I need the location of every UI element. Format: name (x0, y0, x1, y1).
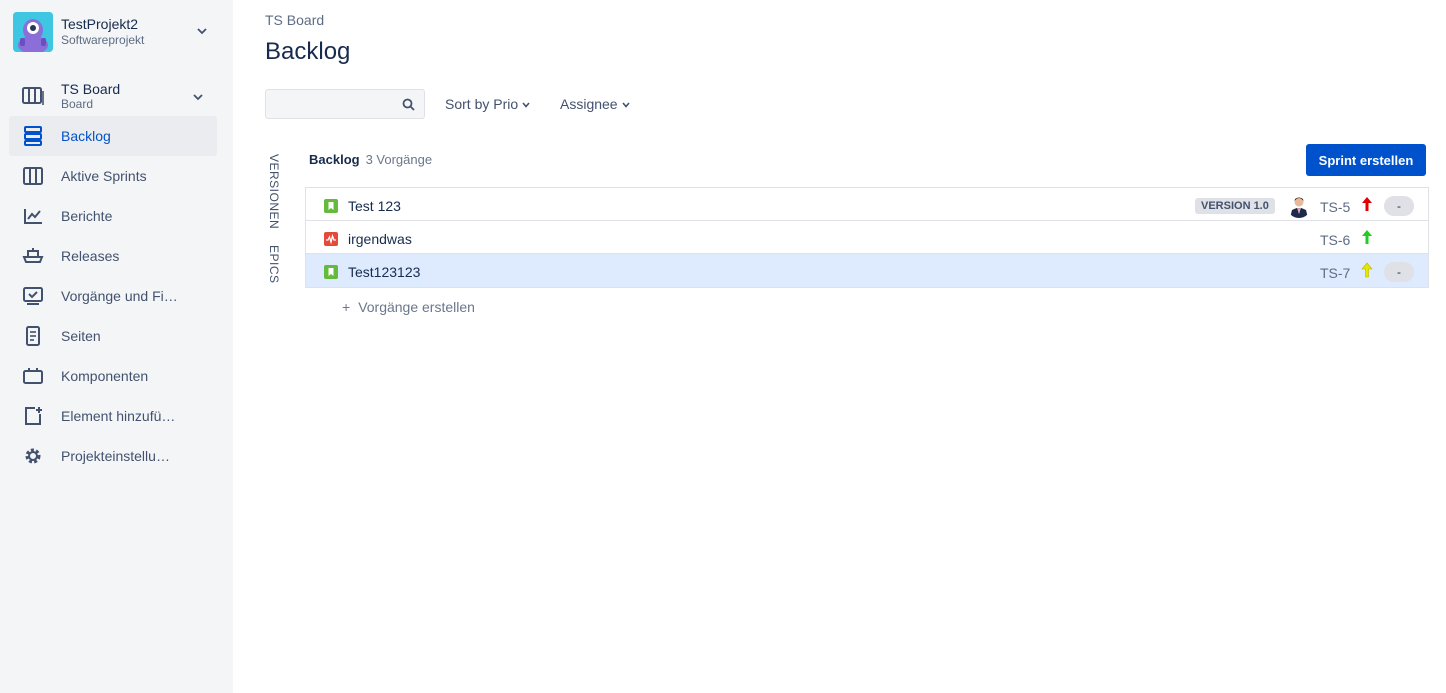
version-lozenge: VERSION 1.0 (1195, 198, 1275, 214)
story-icon (324, 265, 338, 279)
issue-summary: irgendwas (348, 231, 412, 247)
ship-icon (22, 248, 44, 263)
estimate-badge[interactable]: - (1384, 262, 1414, 282)
create-sprint-button[interactable]: Sprint erstellen (1306, 144, 1426, 176)
board-selector[interactable]: TS Board Board (9, 78, 217, 114)
board-columns-icon (23, 167, 43, 185)
project-type: Softwareprojekt (61, 33, 145, 47)
search-box[interactable] (265, 89, 425, 119)
sidebar-item-add-item[interactable]: Element hinzufü… (9, 396, 217, 436)
sidebar-item-project-settings[interactable]: Projekteinstellu… (9, 436, 217, 476)
issue-row[interactable]: Test123123 TS-7 - (306, 254, 1428, 287)
sidebar-item-reports[interactable]: Berichte (9, 196, 217, 236)
estimate-badge[interactable]: - (1384, 196, 1414, 216)
sidebar-item-active-sprints[interactable]: Aktive Sprints (9, 156, 217, 196)
sidebar-item-releases[interactable]: Releases (9, 236, 217, 276)
sidebar-item-label: Komponenten (61, 368, 149, 384)
chevron-down-icon[interactable] (193, 92, 203, 102)
issue-row[interactable]: irgendwas TS-6 (306, 221, 1428, 254)
backlog-title: Backlog (309, 152, 360, 167)
issue-key[interactable]: TS-7 (1320, 265, 1350, 281)
sidebar-item-label: Projekteinstellu… (61, 448, 170, 464)
sidebar-item-label: Vorgänge und Fi… (61, 288, 178, 304)
issue-count: 3 Vorgänge (365, 152, 433, 167)
sidebar: TestProjekt2 Softwareprojekt TS Board Bo… (0, 0, 233, 693)
issues-filters-icon (23, 287, 43, 305)
sort-label: Sort by Prio (445, 96, 519, 112)
board-type: Board (61, 97, 94, 111)
sidebar-item-components[interactable]: Komponenten (9, 356, 217, 396)
priority-low-icon (1362, 230, 1372, 244)
sidebar-item-label: Seiten (61, 328, 101, 344)
issue-summary: Test123123 (348, 264, 421, 280)
sidebar-item-label: Releases (61, 248, 120, 264)
issue-row[interactable]: Test 123 VERSION 1.0 TS-5 - (306, 188, 1428, 221)
chevron-down-icon (522, 102, 530, 108)
chart-icon (24, 209, 42, 224)
issue-key[interactable]: TS-5 (1320, 199, 1350, 215)
backlog-icon (24, 126, 42, 146)
board-icon (22, 87, 44, 105)
sidebar-item-pages[interactable]: Seiten (9, 316, 217, 356)
issue-list: Test 123 VERSION 1.0 TS-5 - irgendwas TS… (305, 187, 1429, 288)
priority-highest-icon (1362, 197, 1372, 211)
project-header[interactable]: TestProjekt2 Softwareprojekt (13, 12, 221, 54)
chevron-down-icon (621, 102, 630, 108)
project-name: TestProjekt2 (61, 16, 139, 32)
sidebar-item-backlog[interactable]: Backlog (9, 116, 217, 156)
sidebar-item-label: Element hinzufü… (61, 408, 176, 424)
gear-icon (25, 448, 41, 464)
page-title: Backlog (265, 38, 351, 65)
component-icon (23, 368, 43, 384)
bug-icon (324, 232, 338, 246)
chevron-down-icon[interactable] (197, 26, 207, 36)
assignee-label: Assignee (560, 96, 618, 112)
sidebar-item-label: Aktive Sprints (61, 168, 147, 184)
search-input[interactable] (266, 90, 396, 118)
story-icon (324, 199, 338, 213)
board-name: TS Board (61, 81, 121, 97)
issue-summary: Test 123 (348, 198, 401, 214)
create-issue-button[interactable]: + Vorgänge erstellen (342, 299, 475, 315)
page-icon (26, 326, 40, 346)
sidebar-item-issues-filters[interactable]: Vorgänge und Fi… (9, 276, 217, 316)
breadcrumb[interactable]: TS Board (265, 12, 324, 28)
plus-icon: + (342, 299, 351, 315)
avatar (1287, 194, 1311, 218)
create-issue-label: Vorgänge erstellen (358, 299, 475, 315)
robot-icon (13, 12, 53, 52)
backlog-header: Backlog 3 Vorgänge (309, 152, 432, 167)
sort-dropdown[interactable]: Sort by Prio (445, 96, 530, 112)
assignee-dropdown[interactable]: Assignee (560, 96, 630, 112)
sidebar-item-label: Backlog (61, 128, 111, 144)
sidebar-item-label: Berichte (61, 208, 113, 224)
epics-tab[interactable]: EPICS (267, 245, 281, 284)
project-avatar (13, 12, 53, 52)
versions-tab[interactable]: VERSIONEN (267, 154, 281, 229)
add-item-icon (25, 407, 42, 425)
priority-medium-icon (1361, 262, 1373, 278)
issue-key[interactable]: TS-6 (1320, 232, 1350, 248)
search-icon (402, 98, 415, 111)
